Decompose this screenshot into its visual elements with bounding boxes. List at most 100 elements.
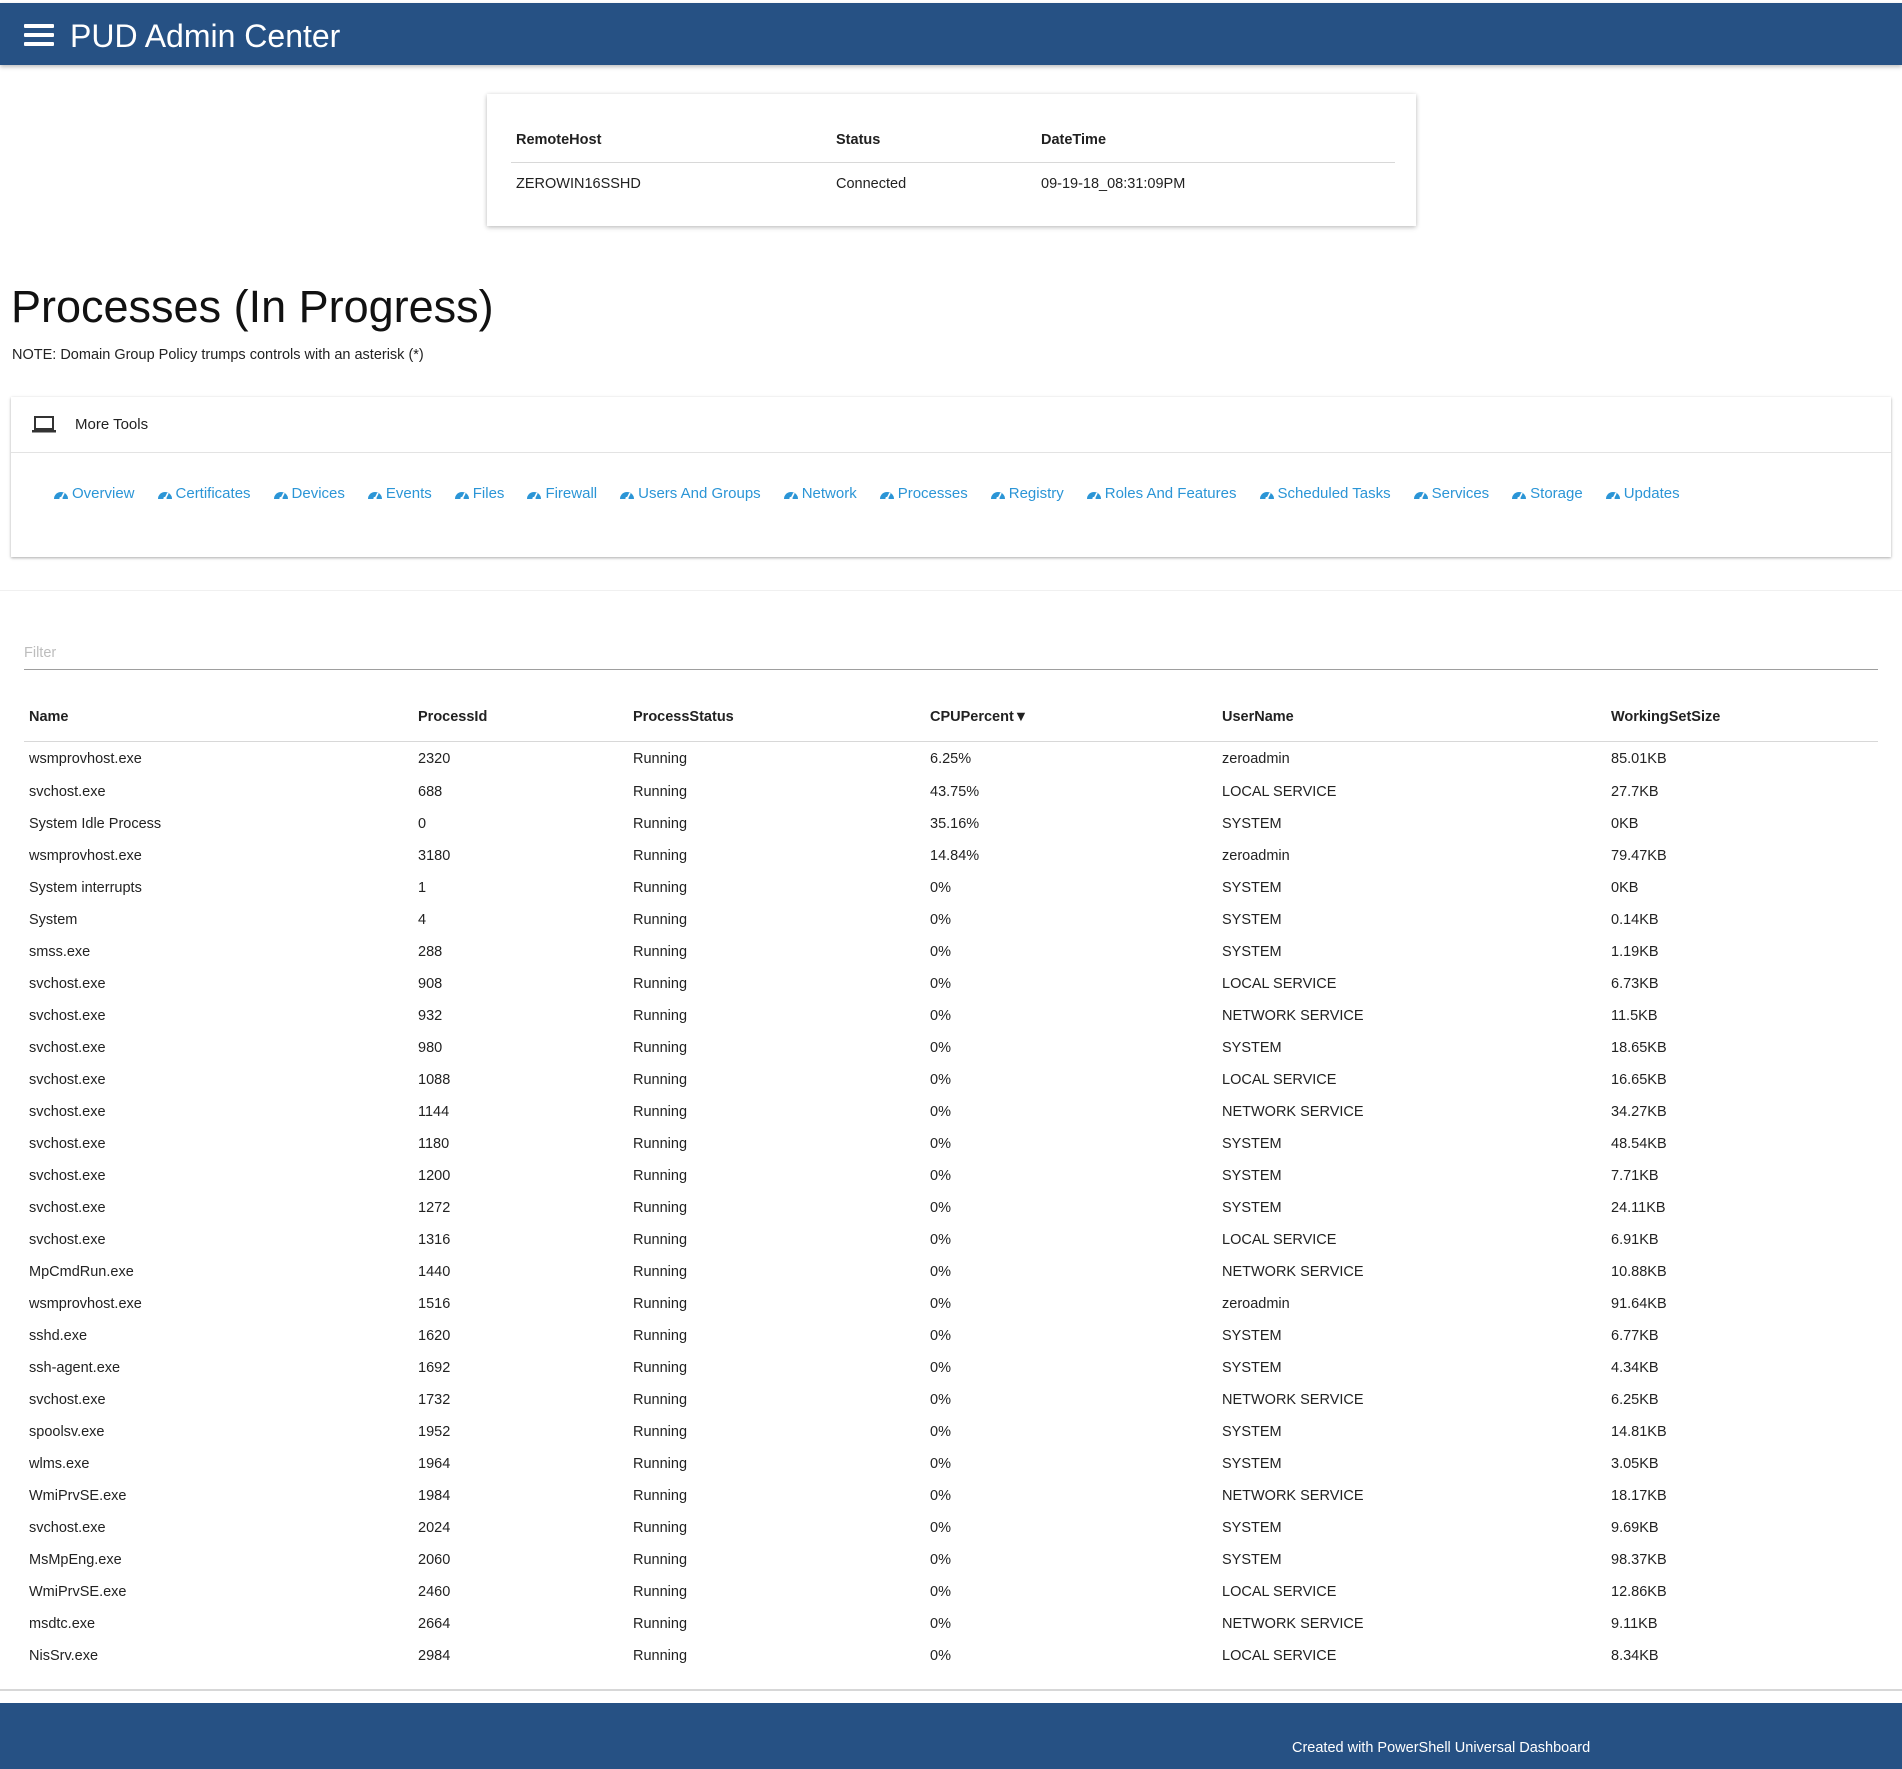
tool-link-storage[interactable]: Storage xyxy=(1511,485,1583,502)
top-navbar: PUD Admin Center xyxy=(0,3,1902,65)
table-row: svchost.exe 980 Running 0% SYSTEM 18.65KB xyxy=(24,1032,1878,1064)
working-set-size: 27.7KB xyxy=(1611,784,1659,800)
tool-link-events[interactable]: Events xyxy=(367,485,432,502)
working-set-size: 12.86KB xyxy=(1611,1584,1667,1600)
process-status: Running xyxy=(633,1552,688,1568)
user-name: SYSTEM xyxy=(1222,944,1282,960)
tool-link-label: Storage xyxy=(1530,485,1583,502)
footer-credit: Created with PowerShell Universal Dashbo… xyxy=(1292,1740,1591,1756)
process-status: Running xyxy=(633,1168,688,1184)
table-row: svchost.exe 688 Running 43.75% LOCAL SERVICE… xyxy=(24,776,1878,808)
cpu-percent: 0% xyxy=(930,1328,951,1344)
process-name: svchost.exe xyxy=(29,1392,106,1408)
process-status: Running xyxy=(633,880,688,896)
table-row: svchost.exe 1180 Running 0% SYSTEM 48.54KB xyxy=(24,1128,1878,1160)
process-name: NisSrv.exe xyxy=(29,1648,99,1664)
process-name: svchost.exe xyxy=(29,1200,106,1216)
working-set-size: 91.64KB xyxy=(1611,1296,1667,1312)
tool-link-registry[interactable]: Registry xyxy=(990,485,1064,502)
process-id: 1964 xyxy=(418,1456,451,1472)
process-status: Running xyxy=(633,1584,688,1600)
tool-link-label: Scheduled Tasks xyxy=(1277,485,1391,502)
tool-link-network[interactable]: Network xyxy=(783,485,857,502)
tool-link-files[interactable]: Files xyxy=(454,485,505,502)
column-header-username[interactable]: UserName xyxy=(1217,693,1606,742)
process-id: 1620 xyxy=(418,1328,451,1344)
working-set-size: 48.54KB xyxy=(1611,1136,1667,1152)
process-id: 1 xyxy=(418,880,427,896)
column-header-cpupercent[interactable]: CPUPercent▼ xyxy=(925,693,1217,742)
column-header-processstatus[interactable]: ProcessStatus xyxy=(628,693,925,742)
user-name: SYSTEM xyxy=(1222,1200,1282,1216)
tool-link-processes[interactable]: Processes xyxy=(879,485,968,502)
working-set-size: 18.65KB xyxy=(1611,1040,1667,1056)
process-name: wsmprovhost.exe xyxy=(29,751,142,767)
cpu-percent: 14.84% xyxy=(930,848,980,864)
tool-link-devices[interactable]: Devices xyxy=(273,485,345,502)
table-row: System Idle Process 0 Running 35.16% SYSTEM 0… xyxy=(24,808,1878,840)
working-set-size: 6.25KB xyxy=(1611,1392,1659,1408)
column-header-processid[interactable]: ProcessId xyxy=(413,693,628,742)
footer: Created with PowerShell Universal Dashbo… xyxy=(0,1703,1902,1769)
tool-link-firewall[interactable]: Firewall xyxy=(526,485,597,502)
more-tools-header[interactable]: More Tools xyxy=(11,397,1891,453)
process-id: 1440 xyxy=(418,1264,451,1280)
filter-input[interactable] xyxy=(24,637,1878,670)
process-status: Running xyxy=(633,976,688,992)
process-name: svchost.exe xyxy=(29,1232,106,1248)
tool-link-certificates[interactable]: Certificates xyxy=(157,485,251,502)
user-name: LOCAL SERVICE xyxy=(1222,1072,1337,1088)
process-name: svchost.exe xyxy=(29,1104,106,1120)
process-status: Running xyxy=(633,1232,688,1248)
process-status: Running xyxy=(633,1328,688,1344)
process-name: ssh-agent.exe xyxy=(29,1360,121,1376)
user-name: NETWORK SERVICE xyxy=(1222,1104,1364,1120)
process-status: Running xyxy=(633,944,688,960)
working-set-size: 9.69KB xyxy=(1611,1520,1659,1536)
tool-link-users-and-groups[interactable]: Users And Groups xyxy=(619,485,761,502)
user-name: SYSTEM xyxy=(1222,1328,1282,1344)
tool-link-scheduled-tasks[interactable]: Scheduled Tasks xyxy=(1259,485,1391,502)
menu-icon[interactable] xyxy=(24,24,54,46)
tool-link-label: Files xyxy=(472,485,505,502)
process-status: Running xyxy=(633,1200,688,1216)
process-name: svchost.exe xyxy=(29,1072,106,1088)
cpu-percent: 0% xyxy=(930,912,951,928)
process-name: svchost.exe xyxy=(29,1520,106,1536)
tool-link-overview[interactable]: Overview xyxy=(53,485,135,502)
working-set-size: 10.88KB xyxy=(1611,1264,1667,1280)
process-status: Running xyxy=(633,1072,688,1088)
tool-link-updates[interactable]: Updates xyxy=(1605,485,1680,502)
column-header-datetime: DateTime xyxy=(1036,118,1395,163)
tool-link-label: Processes xyxy=(897,485,968,502)
cpu-percent: 0% xyxy=(930,1040,951,1056)
process-name: spoolsv.exe xyxy=(29,1424,105,1440)
column-header-status: Status xyxy=(831,118,1036,163)
process-status: Running xyxy=(633,912,688,928)
process-status: Running xyxy=(633,1264,688,1280)
table-row: wsmprovhost.exe 2320 Running 6.25% zeroadmin… xyxy=(24,742,1878,777)
cpu-percent: 0% xyxy=(930,1520,951,1536)
column-header-workingsetsize[interactable]: WorkingSetSize xyxy=(1606,693,1878,742)
cpu-percent: 43.75% xyxy=(930,784,980,800)
tool-link-roles-and-features[interactable]: Roles And Features xyxy=(1086,485,1237,502)
connection-table: RemoteHost Status DateTime ZEROWIN16SSHD… xyxy=(511,118,1395,205)
column-header-remotehost: RemoteHost xyxy=(511,118,831,163)
user-name: zeroadmin xyxy=(1222,751,1290,767)
process-status: Running xyxy=(633,1488,688,1504)
process-id: 2664 xyxy=(418,1616,451,1632)
process-name: wsmprovhost.exe xyxy=(29,848,142,864)
user-name: NETWORK SERVICE xyxy=(1222,1488,1364,1504)
column-header-name[interactable]: Name xyxy=(24,693,413,742)
user-name: SYSTEM xyxy=(1222,816,1282,832)
process-id: 1144 xyxy=(418,1104,450,1120)
table-row: ssh-agent.exe 1692 Running 0% SYSTEM 4.34KB xyxy=(24,1352,1878,1384)
user-name: SYSTEM xyxy=(1222,880,1282,896)
user-name: SYSTEM xyxy=(1222,1456,1282,1472)
tool-link-services[interactable]: Services xyxy=(1413,485,1489,502)
working-set-size: 14.81KB xyxy=(1611,1424,1667,1440)
user-name: NETWORK SERVICE xyxy=(1222,1264,1364,1280)
working-set-size: 4.34KB xyxy=(1611,1360,1659,1376)
process-id: 2320 xyxy=(418,751,451,767)
process-status: Running xyxy=(633,1616,688,1632)
